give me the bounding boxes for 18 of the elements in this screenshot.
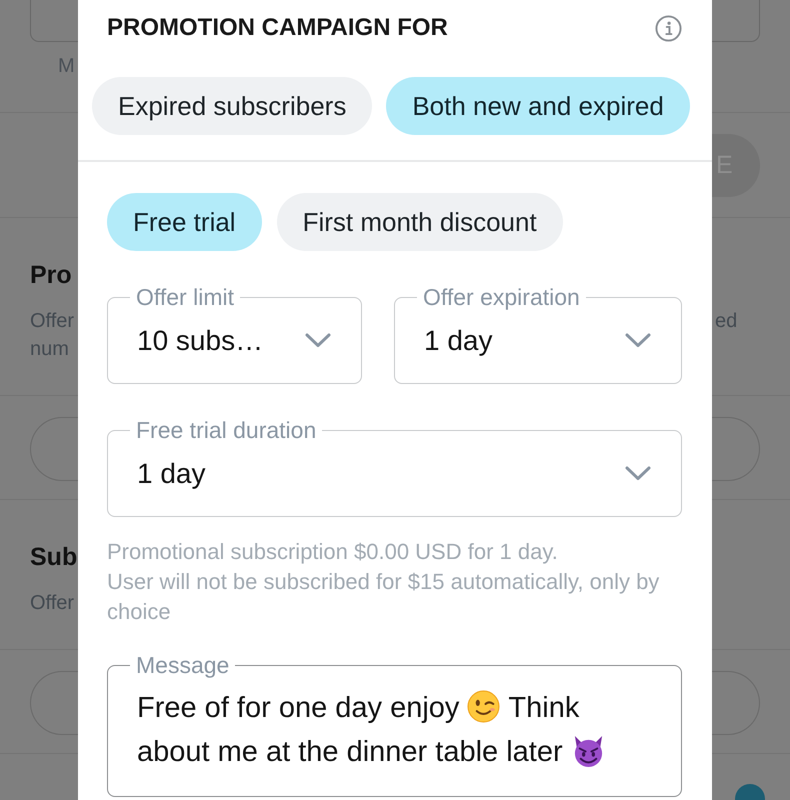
- section-description: Offer: [30, 591, 74, 616]
- option-chip[interactable]: Free trial: [107, 193, 262, 251]
- section-description: Offer: [30, 309, 74, 334]
- chevron-down-icon: [625, 333, 651, 348]
- section-description: num: [30, 337, 69, 362]
- section-title: Pro: [30, 260, 72, 291]
- option-chip[interactable]: First month discount: [276, 193, 563, 251]
- chevron-down-icon: [625, 466, 651, 481]
- hint-text: User will not be subscribed for $15 automatically, only by choice: [107, 568, 660, 626]
- option-chip[interactable]: Expired subscribers: [92, 77, 372, 135]
- option-chip[interactable]: Both new and expired: [386, 77, 690, 135]
- dialog-title: PROMOTION CAMPAIGN FOR: [107, 13, 448, 43]
- section-description: ed: [715, 309, 738, 334]
- chevron-down-icon: [305, 333, 331, 348]
- hint-text: Promotional subscription $0.00 USD for 1 day.: [107, 538, 559, 566]
- section-title: Sub: [30, 542, 78, 573]
- winking-face-icon: [467, 690, 500, 723]
- info-icon[interactable]: [655, 14, 682, 42]
